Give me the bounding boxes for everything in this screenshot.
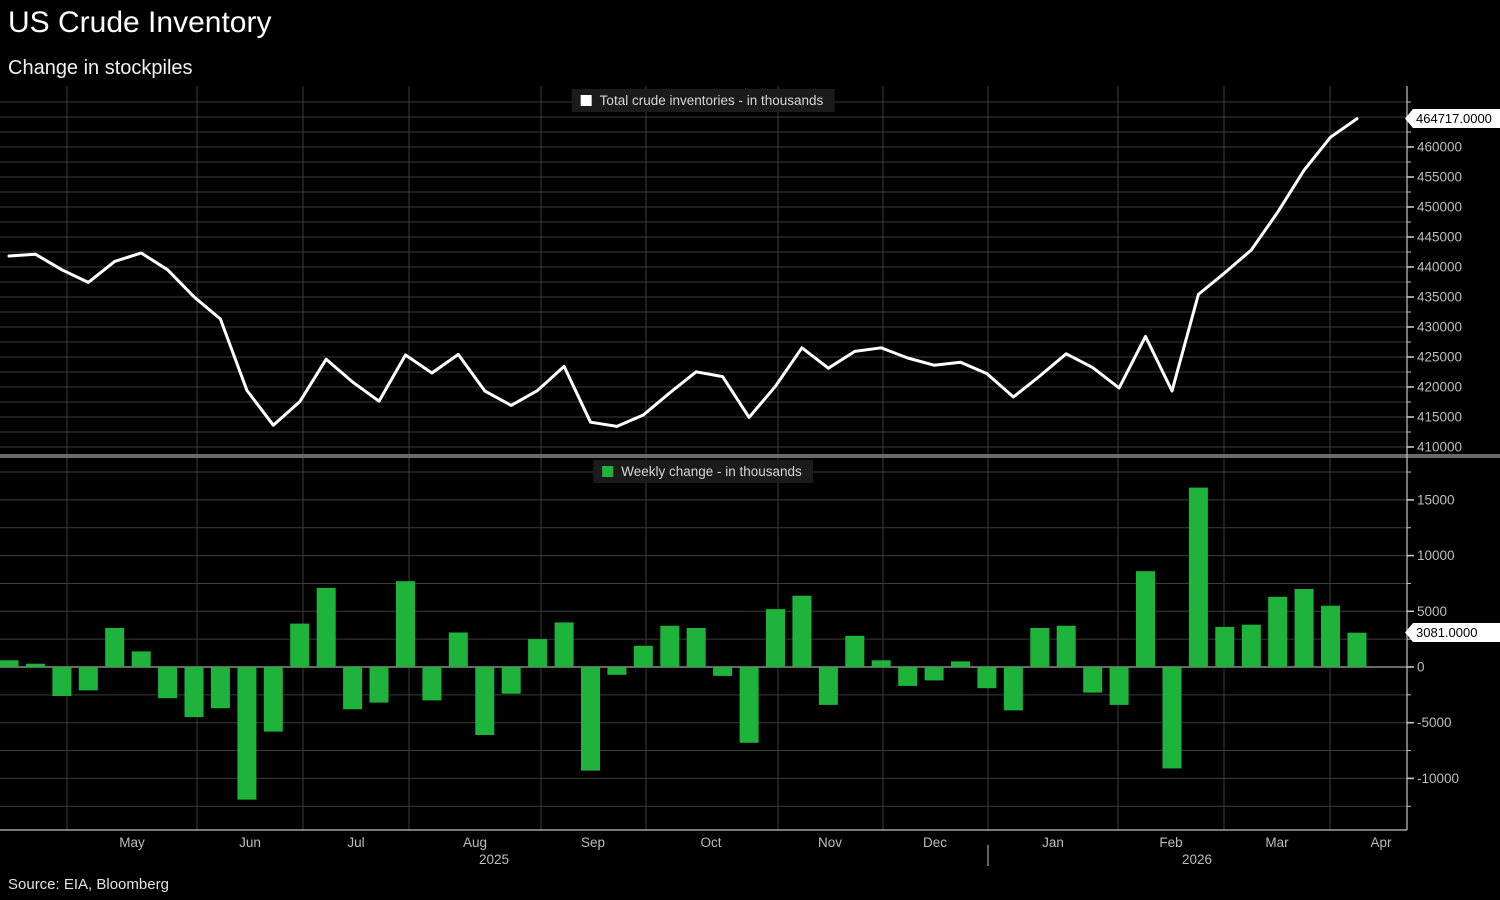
line-series-legend: Total crude inventories - in thousands [572,89,835,112]
month-tick-label: Sep [581,835,605,850]
weekly-change-bar [792,596,811,667]
weekly-change-bar [237,667,256,800]
weekly-change-bar [977,667,996,688]
weekly-change-bar [317,588,336,667]
inventory-line [9,119,1357,427]
y-axis-tick-label: 440000 [1417,260,1462,275]
month-tick-label: Mar [1265,835,1289,850]
y-axis-tick-label: 445000 [1417,230,1462,245]
line-legend-swatch-icon [581,95,592,106]
weekly-change-bar [1083,667,1102,693]
year-label: 2026 [1182,852,1212,867]
weekly-change-bar [1110,667,1129,705]
y-axis-tick-label: 15000 [1417,492,1455,507]
weekly-change-bar [290,624,309,667]
y-axis-tick-label: 435000 [1417,290,1462,305]
weekly-change-bar [528,639,547,667]
month-tick-label: Apr [1370,835,1392,850]
month-tick-label: Jul [347,835,364,850]
weekly-change-bar [370,667,389,703]
weekly-change-bar [26,664,45,667]
weekly-change-bar [79,667,98,690]
weekly-change-bar [555,622,574,667]
weekly-change-bar [951,661,970,667]
y-axis-tick-label: 10000 [1417,548,1455,563]
y-axis-tick-label: -5000 [1417,715,1452,730]
weekly-change-bar [475,667,494,735]
weekly-change-bar [343,667,362,709]
weekly-change-bar [607,667,626,675]
weekly-change-bar [925,667,944,680]
y-axis-tick-label: 460000 [1417,140,1462,155]
weekly-change-bar [52,667,71,696]
y-axis-tick-label: 450000 [1417,200,1462,215]
month-tick-label: Aug [463,835,487,850]
weekly-change-bar [687,628,706,667]
month-tick-label: Nov [818,835,842,850]
weekly-change-bar [1189,488,1208,667]
weekly-change-bar [1163,667,1182,768]
month-tick-label: Dec [923,835,947,850]
weekly-change-bar [819,667,838,705]
weekly-change-bar [185,667,204,717]
line-last-value-tag: 464717.0000 [1405,109,1500,128]
chart-canvas: 410000 415000 420000 425000 430000 435000 4400… [0,0,1500,900]
weekly-change-bar [713,667,732,676]
month-tick-label: Oct [700,835,721,850]
weekly-change-bar [1348,633,1367,667]
line-legend-label: Total crude inventories - in thousands [600,93,824,108]
weekly-change-bar [1136,571,1155,667]
y-axis-tick-label: -10000 [1417,771,1459,786]
weekly-change-bar [211,667,230,708]
month-tick-label: May [119,835,145,850]
weekly-change-bar [845,636,864,667]
weekly-change-bar [158,667,177,698]
y-axis-tick-label: 425000 [1417,350,1462,365]
weekly-change-bar [105,628,124,667]
weekly-change-bar [264,667,283,732]
month-tick-label: Jun [239,835,261,850]
weekly-change-bar [872,660,891,667]
y-axis-tick-label: 415000 [1417,410,1462,425]
weekly-change-bar [1268,597,1287,667]
bar-series-legend: Weekly change - in thousands [593,460,813,483]
weekly-change-bar [634,646,653,667]
weekly-change-bar [660,626,679,667]
bloomberg-crude-inventory-screen: US Crude Inventory Change in stockpiles … [0,0,1500,900]
weekly-change-bar [1242,625,1261,667]
weekly-change-bar [898,667,917,686]
weekly-change-bar [766,609,785,667]
weekly-change-bar [396,581,415,667]
panel-divider [0,454,1500,458]
bar-legend-label: Weekly change - in thousands [621,464,802,479]
y-axis-tick-label: 430000 [1417,320,1462,335]
weekly-change-bar [1004,667,1023,710]
weekly-change-bar [1215,627,1234,667]
weekly-change-bar [0,660,19,667]
bar-legend-swatch-icon [602,466,613,477]
y-axis-tick-label: 5000 [1417,604,1447,619]
weekly-change-bar [132,651,151,667]
weekly-change-bar [1057,626,1076,667]
y-axis-tick-label: 455000 [1417,170,1462,185]
weekly-change-bar [1295,589,1314,667]
year-label: 2025 [479,852,509,867]
y-axis-tick-label: 420000 [1417,380,1462,395]
weekly-change-bar [502,667,521,694]
y-axis-tick-label: 0 [1417,660,1425,675]
weekly-change-bar [1321,606,1340,667]
weekly-change-bar [422,667,441,700]
y-axis-tick-label: 410000 [1417,440,1462,455]
month-tick-label: Feb [1159,835,1182,850]
bar-last-value-tag: 3081.0000 [1405,623,1500,642]
source-note: Source: EIA, Bloomberg [8,876,169,893]
month-tick-label: Jan [1042,835,1064,850]
weekly-change-bar [449,633,468,668]
weekly-change-bar [581,667,600,771]
weekly-change-bar [740,667,759,743]
weekly-change-bar [1030,628,1049,667]
